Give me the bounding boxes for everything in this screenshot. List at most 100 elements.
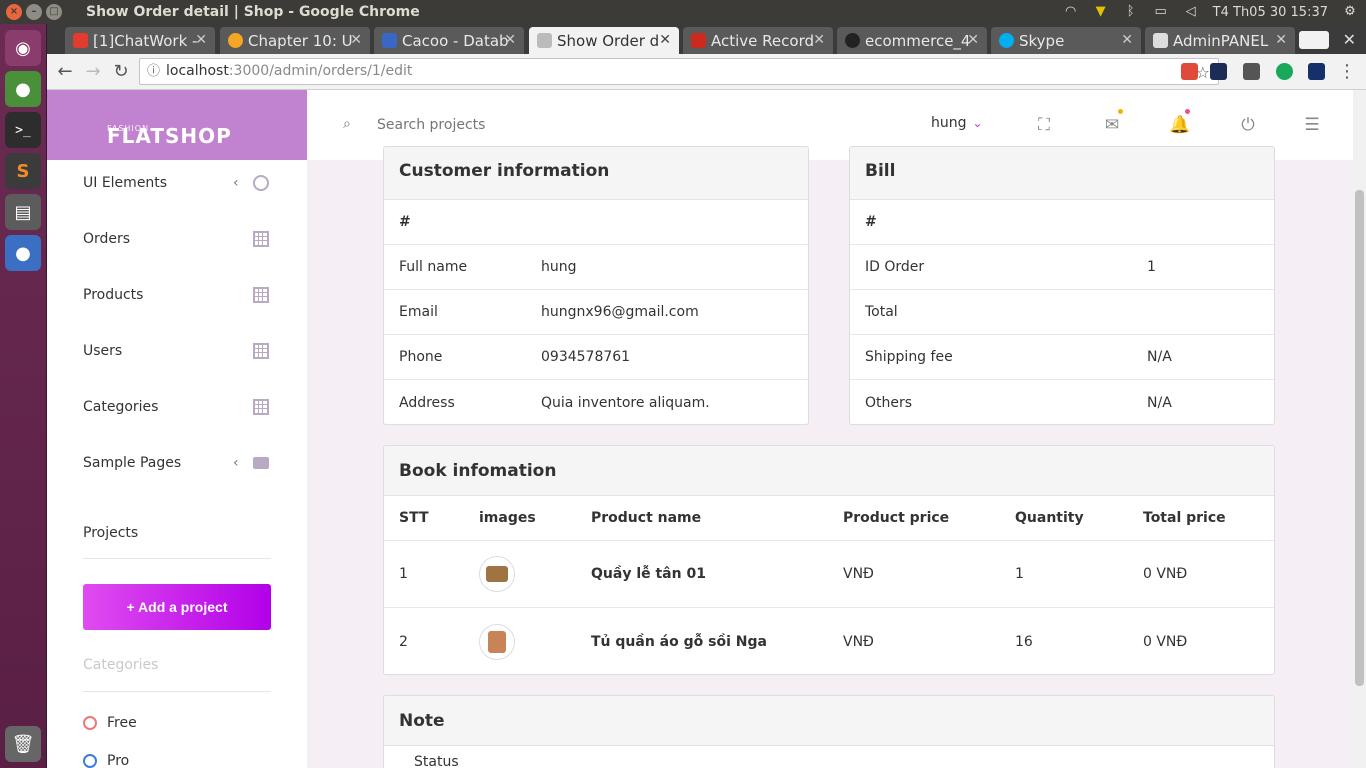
sidebar-item-orders[interactable]: Orders [83,227,273,251]
field-value: 0934578761 [541,349,631,365]
category-option-pro[interactable]: Pro [83,753,129,768]
trash-icon[interactable]: 🗑 [5,726,41,762]
file-manager-launcher-icon[interactable]: ▤ [5,194,41,230]
sidebar-item-ui-elements[interactable]: UI Elements ‹ [83,171,273,195]
browser-tab[interactable]: AdminPANEL ✕ [1145,27,1295,54]
product-image [479,623,515,660]
add-project-button[interactable]: + Add a project [83,584,271,630]
volume-icon[interactable]: ◁ [1183,5,1199,19]
sort-list-icon[interactable]: ☰ [1301,114,1323,136]
tab-label: Show Order d [557,31,660,50]
field-label: Others [865,394,913,411]
ubuntu-dash-icon[interactable]: ◉ [5,30,41,66]
sidebar-item-products[interactable]: Products [83,283,273,307]
total-price: 0 VNĐ [1143,566,1188,582]
mail-icon[interactable]: ✉ [1101,114,1123,136]
close-tab-icon[interactable]: ✕ [659,32,671,48]
sidebar-item-label: Categories [83,399,159,415]
scrollbar-thumb[interactable] [1355,190,1364,686]
sidebar-item-users[interactable]: Users [83,339,273,363]
chrome-launcher-icon[interactable]: ● [5,71,41,107]
mail-notification-dot [1118,109,1123,114]
projects-heading: Projects [83,525,139,541]
extension-n-icon[interactable] [1210,63,1227,80]
tab-label: ecommerce_4 [865,31,971,50]
card-title: Bill [850,147,1274,200]
browser-tab-active[interactable]: Show Order d ✕ [529,27,679,54]
sidebar-item-categories[interactable]: Categories [83,395,273,419]
browser-tab[interactable]: Active Record ✕ [683,27,833,54]
tab-label: Active Record [711,31,814,50]
forward-arrow-icon[interactable]: → [81,60,105,84]
card-title: Note [384,696,1274,746]
chromium-launcher-icon[interactable]: ● [5,235,41,271]
settings-gear-icon[interactable]: ⚙ [1342,5,1358,19]
sidebar-item-sample-pages[interactable]: Sample Pages ‹ [83,451,273,475]
browser-menu-icon[interactable]: ⋮ [1335,60,1359,84]
bluetooth-icon[interactable]: ᛒ [1123,5,1139,19]
maximize-window-button[interactable]: □ [46,4,62,20]
address-bar[interactable]: ⓘ localhost:3000/admin/orders/1/edit ☆ [139,58,1219,85]
new-tab-button[interactable] [1299,31,1329,49]
brand-logo[interactable]: FASHION FLATSHOP [47,90,307,160]
close-tab-icon[interactable]: ✕ [1121,32,1133,48]
field-label: Shipping fee [865,349,953,365]
close-tab-icon[interactable]: ✕ [1275,32,1287,48]
browser-tab[interactable]: ecommerce_4 ✕ [837,27,987,54]
close-tab-icon[interactable]: ✕ [195,32,207,48]
page-scrollbar[interactable] [1353,90,1366,768]
product-name: Quầy lễ tân 01 [591,566,706,582]
search-icon[interactable]: ⌕ [343,116,351,132]
field-label: Total [865,304,898,320]
sublime-launcher-icon[interactable]: S [5,153,41,189]
product-price: VNĐ [843,633,874,650]
extension-sync-icon[interactable] [1276,63,1293,80]
hash-header: # [865,214,877,230]
reload-icon[interactable]: ↻ [109,60,133,84]
radio-icon[interactable] [83,716,97,730]
terminal-launcher-icon[interactable]: >_ [5,112,41,148]
clock[interactable]: T4 Th05 30 15:37 [1213,5,1328,20]
tab-label: Skype [1019,31,1065,50]
extension-calendar-icon[interactable] [1181,63,1198,80]
hash-header: # [399,214,411,230]
category-option-free[interactable]: Free [83,715,137,731]
browser-tab[interactable]: Skype ✕ [991,27,1141,54]
radio-icon[interactable] [83,754,97,768]
admin-page: FASHION FLATSHOP UI Elements ‹ Orders Pr… [47,90,1353,768]
product-thumbnail[interactable] [479,541,515,607]
tab-label: Cacoo - Datab [402,31,509,50]
back-arrow-icon[interactable]: ← [53,60,77,84]
close-tab-icon[interactable]: ✕ [813,32,825,48]
column-header: Product price [843,510,950,526]
user-menu[interactable]: hung ⌄ [931,115,983,131]
wifi-icon[interactable]: ◠ [1063,5,1079,19]
product-thumbnail[interactable] [479,608,515,674]
close-tab-icon[interactable]: ✕ [504,32,516,48]
page-info-icon[interactable]: ⓘ [147,59,160,84]
browser-tab[interactable]: Cacoo - Datab ✕ [374,27,524,54]
browser-tab[interactable]: Chapter 10: U ✕ [220,27,370,54]
close-tab-icon[interactable]: ✕ [350,32,362,48]
power-icon[interactable]: ⏻ [1237,114,1259,136]
extension-eyedropper-icon[interactable] [1243,63,1260,80]
close-window-button[interactable]: × [6,4,22,20]
table-row: 2 Tủ quần áo gỗ sồi Nga VNĐ 16 0 VNĐ [384,608,1274,674]
window-controls: × – □ [6,4,62,20]
brand-name: FLATSHOP [107,124,232,148]
chevron-down-icon: ⌄ [972,116,983,130]
search-input[interactable] [377,114,627,136]
url-host: localhost [166,63,229,79]
column-header: Total price [1143,510,1226,526]
close-tab-icon[interactable]: ✕ [967,32,979,48]
battery-icon[interactable]: ▭ [1153,5,1169,19]
minimize-window-button[interactable]: – [26,4,42,20]
extension-analytics-icon[interactable] [1308,63,1325,80]
field-label: ID Order [865,259,925,275]
app-indicator-icon[interactable]: ▼ [1093,5,1109,19]
fullscreen-icon[interactable]: ⛶ [1033,114,1055,136]
browser-tab[interactable]: [1]ChatWork - ✕ [65,27,215,54]
bell-icon[interactable]: 🔔 [1169,114,1191,136]
close-browser-icon[interactable]: ✕ [1343,30,1356,49]
table-row: ID Order 1 [850,245,1274,290]
